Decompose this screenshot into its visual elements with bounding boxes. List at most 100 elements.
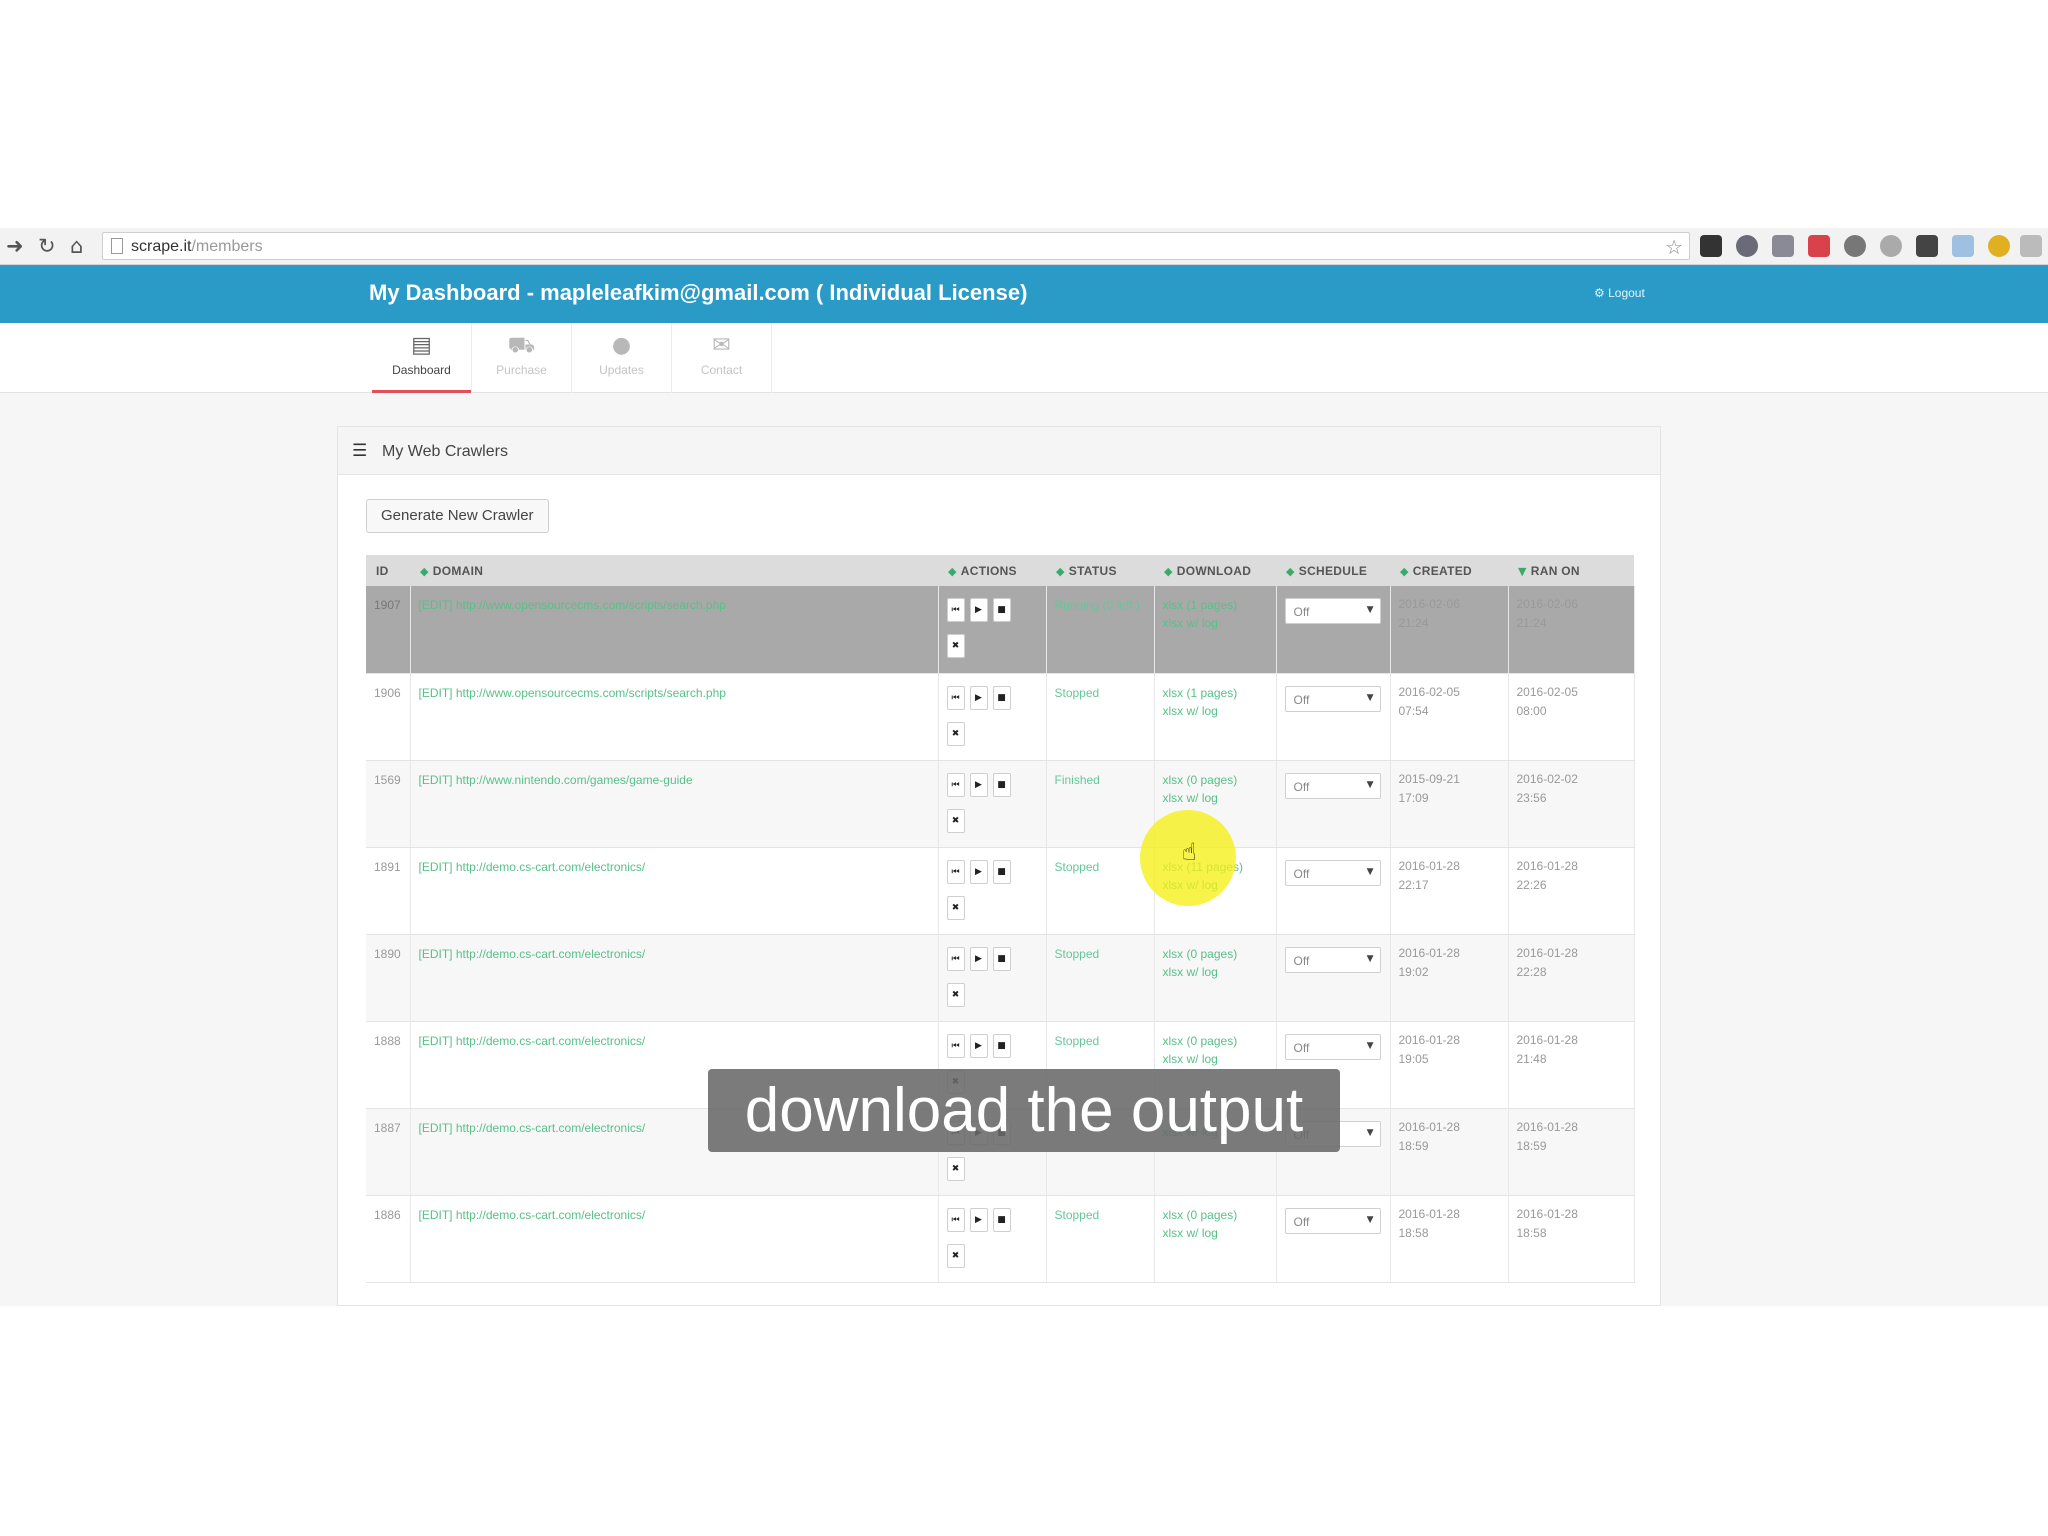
play-icon[interactable]: ▶ bbox=[969, 1033, 988, 1058]
play-icon[interactable]: ▶ bbox=[969, 859, 988, 884]
download-xlsx-log-link[interactable]: xlsx w/ log bbox=[1163, 791, 1276, 805]
play-icon[interactable]: ▶ bbox=[969, 685, 988, 710]
tab-updates[interactable]: ● Updates bbox=[572, 323, 672, 393]
crawler-domain-link[interactable]: [EDIT] http://www.opensourcecms.com/scri… bbox=[410, 673, 939, 761]
tab-purchase[interactable]: ⛟ Purchase bbox=[472, 323, 572, 393]
crawler-domain-link[interactable]: [EDIT] http://www.opensourcecms.com/scri… bbox=[410, 586, 939, 674]
play-icon[interactable]: ▶ bbox=[969, 772, 988, 797]
stop-icon[interactable]: ■ bbox=[992, 1033, 1011, 1058]
crawler-domain-link[interactable]: [EDIT] http://demo.cs-cart.com/electroni… bbox=[410, 847, 939, 935]
extension-icon[interactable] bbox=[1844, 235, 1866, 257]
page-title: My Dashboard - mapleleafkim@gmail.com ( … bbox=[369, 280, 1028, 305]
download-xlsx-log-link[interactable]: xlsx w/ log bbox=[1163, 704, 1276, 718]
download-xlsx-link[interactable]: xlsx (0 pages) bbox=[1163, 1208, 1238, 1222]
home-icon[interactable]: ⌂ bbox=[70, 234, 83, 258]
delete-icon[interactable]: ✖ bbox=[946, 1156, 965, 1181]
wrench-icon[interactable] bbox=[2020, 235, 2042, 257]
column-header-created[interactable]: ◆ CREATED bbox=[1390, 555, 1508, 586]
stop-icon[interactable]: ■ bbox=[992, 1207, 1011, 1232]
column-header-domain[interactable]: ◆ DOMAIN bbox=[410, 555, 938, 586]
column-header-id[interactable]: ID bbox=[366, 555, 410, 586]
tab-contact[interactable]: ✉ Contact bbox=[672, 323, 772, 393]
stop-icon[interactable]: ■ bbox=[992, 685, 1011, 710]
extension-icon[interactable] bbox=[1700, 235, 1722, 257]
address-bar[interactable]: scrape.it/members ☆ bbox=[102, 232, 1690, 260]
schedule-select[interactable]: Off▼ bbox=[1284, 685, 1381, 712]
schedule-cell: Off▼ bbox=[1276, 586, 1391, 674]
extension-icon[interactable] bbox=[1880, 235, 1902, 257]
mail-icon[interactable] bbox=[1808, 235, 1830, 257]
column-header-schedule[interactable]: ◆ SCHEDULE bbox=[1276, 555, 1390, 586]
schedule-select[interactable]: Off▼ bbox=[1284, 772, 1381, 799]
stop-icon[interactable]: ■ bbox=[992, 946, 1011, 971]
reload-icon[interactable]: ↻ bbox=[38, 234, 56, 258]
rewind-icon[interactable]: ⏮ bbox=[946, 685, 965, 710]
schedule-select[interactable]: Off▼ bbox=[1284, 1207, 1381, 1234]
crawler-id: 1906 bbox=[366, 673, 411, 761]
video-frame: ➜ ↻ ⌂ scrape.it/members ☆ My Dashboard -… bbox=[0, 0, 2048, 1536]
download-xlsx-link[interactable]: xlsx (0 pages) bbox=[1163, 773, 1238, 787]
stop-icon[interactable]: ■ bbox=[992, 859, 1011, 884]
download-xlsx-link[interactable]: xlsx (0 pages) bbox=[1163, 947, 1238, 961]
shield-icon[interactable] bbox=[1736, 235, 1758, 257]
document-icon[interactable] bbox=[1952, 235, 1974, 257]
rewind-icon[interactable]: ⏮ bbox=[946, 598, 965, 622]
created-cell: 2016-02-06 21:24 bbox=[1390, 586, 1509, 674]
download-xlsx-log-link[interactable]: xlsx w/ log bbox=[1163, 616, 1276, 630]
play-icon[interactable]: ▶ bbox=[969, 946, 988, 971]
url-text[interactable]: scrape.it/members bbox=[131, 238, 263, 256]
column-header-actions[interactable]: ◆ ACTIONS bbox=[938, 555, 1046, 586]
download-xlsx-link[interactable]: xlsx (1 pages) bbox=[1163, 686, 1238, 700]
table-row: 1886 [EDIT] http://demo.cs-cart.com/elec… bbox=[366, 1195, 1635, 1283]
info-icon: ● bbox=[611, 333, 632, 358]
download-xlsx-log-link[interactable]: xlsx w/ log bbox=[1163, 1052, 1276, 1066]
forward-arrow-icon[interactable]: ➜ bbox=[6, 234, 24, 258]
web-crawlers-panel: ☰ My Web Crawlers Generate New Crawler I… bbox=[337, 426, 1661, 1306]
generate-new-crawler-button[interactable]: Generate New Crawler bbox=[366, 499, 549, 533]
delete-icon[interactable]: ✖ bbox=[946, 895, 965, 920]
play-icon[interactable]: ▶ bbox=[969, 598, 988, 622]
download-xlsx-log-link[interactable]: xlsx w/ log bbox=[1163, 965, 1276, 979]
video-caption: download the output bbox=[708, 1069, 1340, 1152]
delete-icon[interactable]: ✖ bbox=[946, 721, 965, 746]
rewind-icon[interactable]: ⏮ bbox=[946, 1033, 965, 1058]
rewind-icon[interactable]: ⏮ bbox=[946, 946, 965, 971]
crawler-domain-link[interactable]: [EDIT] http://demo.cs-cart.com/electroni… bbox=[410, 934, 939, 1022]
delete-icon[interactable]: ✖ bbox=[946, 634, 965, 658]
schedule-select[interactable]: Off▼ bbox=[1284, 859, 1381, 886]
rewind-icon[interactable]: ⏮ bbox=[946, 772, 965, 797]
download-xlsx-link[interactable]: xlsx (0 pages) bbox=[1163, 1034, 1238, 1048]
play-icon[interactable]: ▶ bbox=[969, 1207, 988, 1232]
extension-icon[interactable] bbox=[1916, 235, 1938, 257]
rewind-icon[interactable]: ⏮ bbox=[946, 859, 965, 884]
logout-link[interactable]: ⚙ Logout bbox=[1594, 286, 1645, 300]
table-row: 1569 [EDIT] http://www.nintendo.com/game… bbox=[366, 760, 1635, 848]
crawler-domain-link[interactable]: [EDIT] http://www.nintendo.com/games/gam… bbox=[410, 760, 939, 848]
bookmark-star-icon[interactable]: ☆ bbox=[1665, 235, 1683, 259]
rewind-icon[interactable]: ⏮ bbox=[946, 1207, 965, 1232]
ran-on-cell: 2016-01-28 22:26 bbox=[1508, 847, 1635, 935]
crawler-id: 1887 bbox=[366, 1108, 411, 1196]
delete-icon[interactable]: ✖ bbox=[946, 1243, 965, 1268]
stop-icon[interactable]: ■ bbox=[992, 772, 1011, 797]
schedule-select[interactable]: Off▼ bbox=[1284, 1033, 1381, 1060]
panel-title: My Web Crawlers bbox=[382, 443, 508, 460]
stop-icon[interactable]: ■ bbox=[992, 598, 1011, 622]
column-header-download[interactable]: ◆ DOWNLOAD bbox=[1154, 555, 1276, 586]
delete-icon[interactable]: ✖ bbox=[946, 982, 965, 1007]
download-xlsx-log-link[interactable]: xlsx w/ log bbox=[1163, 1226, 1276, 1240]
extension-icon[interactable] bbox=[1772, 235, 1794, 257]
column-header-ran-on[interactable]: ▼ RAN ON bbox=[1508, 555, 1634, 586]
sort-icon: ◆ bbox=[1056, 564, 1065, 578]
extension-icon[interactable] bbox=[1988, 235, 2010, 257]
tab-dashboard[interactable]: ▤ Dashboard bbox=[372, 323, 472, 393]
ran-on-cell: 2016-02-02 23:56 bbox=[1508, 760, 1635, 848]
download-xlsx-link[interactable]: xlsx (1 pages) bbox=[1163, 598, 1238, 612]
schedule-select[interactable]: Off▼ bbox=[1284, 946, 1381, 973]
column-header-status[interactable]: ◆ STATUS bbox=[1046, 555, 1154, 586]
schedule-select[interactable]: Off▼ bbox=[1284, 598, 1381, 624]
crawler-domain-link[interactable]: [EDIT] http://demo.cs-cart.com/electroni… bbox=[410, 1195, 939, 1283]
status-cell: Stopped bbox=[1046, 934, 1155, 1022]
delete-icon[interactable]: ✖ bbox=[946, 808, 965, 833]
actions-cell: ⏮ ▶ ■ ✖ bbox=[938, 586, 1047, 674]
